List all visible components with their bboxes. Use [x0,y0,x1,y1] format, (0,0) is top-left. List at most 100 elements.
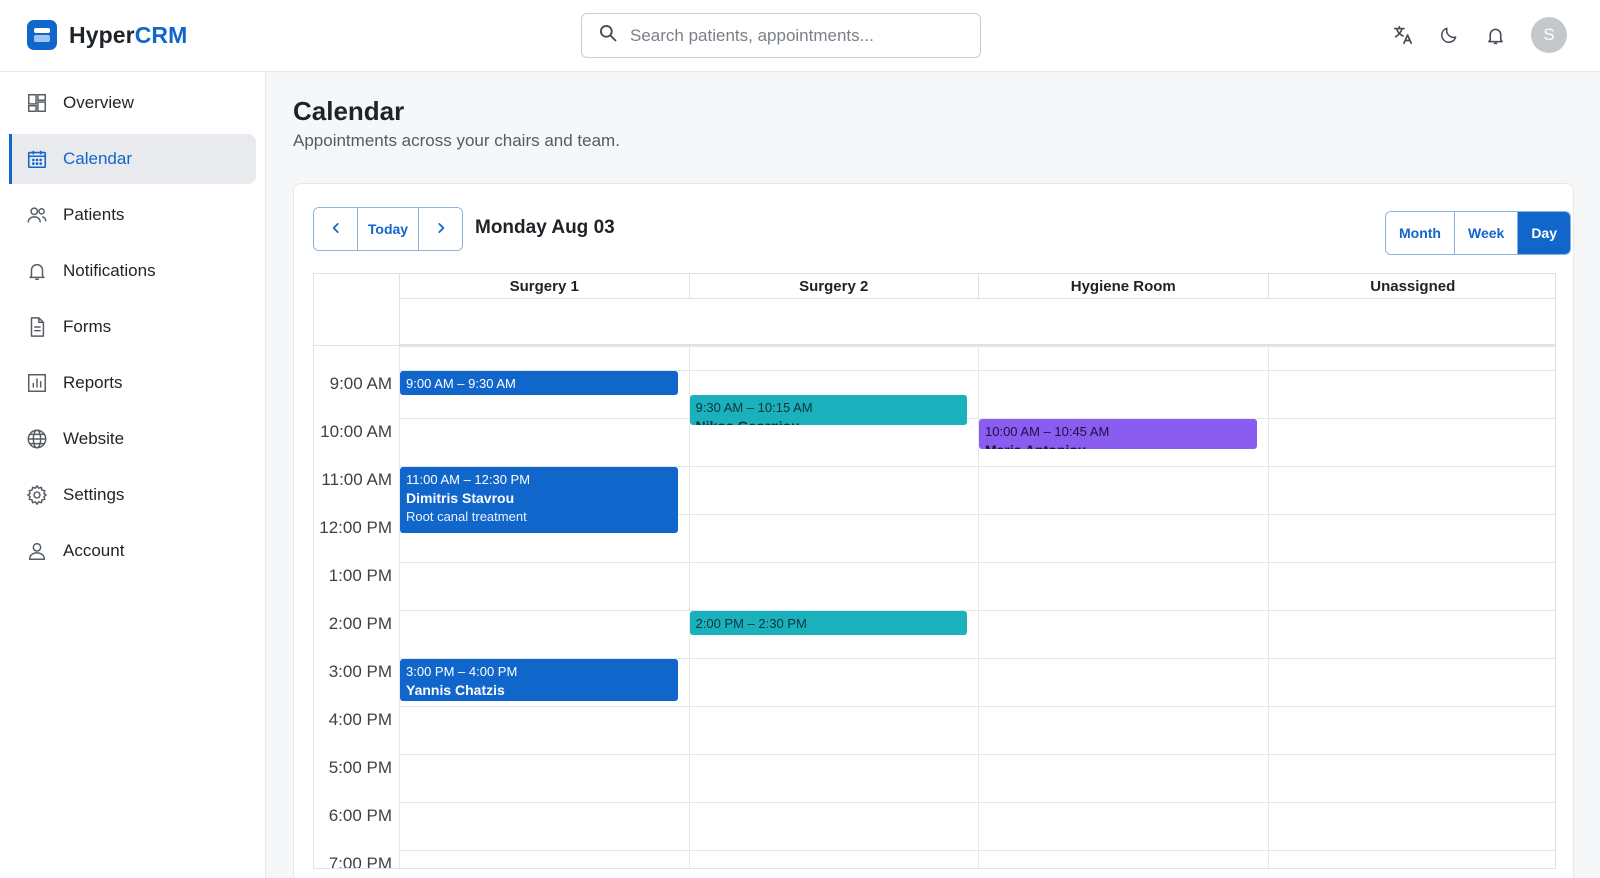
time-label: 5:00 PM [328,758,392,777]
sidebar: Overview Calendar Patients Notifications… [0,72,266,878]
top-bar: HyperCRM S [0,0,1600,72]
sidebar-item-label: Forms [63,317,112,336]
search-input[interactable] [630,25,960,46]
avatar[interactable]: S [1531,17,1567,53]
event-patient-name: Nikos Georgiou [696,416,962,425]
sidebar-item-account[interactable]: Account [9,526,256,576]
column-header: Surgery 1 [399,274,689,298]
sidebar-item-label: Website [63,429,125,448]
all-day-row[interactable] [399,299,1555,345]
hour-line [399,610,1555,611]
hour-line [399,802,1555,803]
sidebar-item-notifications[interactable]: Notifications [9,246,256,296]
sidebar-item-label: Reports [63,373,123,392]
sidebar-item-reports[interactable]: Reports [9,358,256,408]
column-header: Unassigned [1267,274,1556,298]
sidebar-nav: Overview Calendar Patients Notifications… [0,72,265,576]
event-time: 2:00 PM – 2:30 PM [695,616,807,631]
column-divider [1267,346,1269,868]
bell-icon[interactable] [1483,23,1507,47]
hour-line [399,706,1555,707]
calendar-card: Today Monday Aug 03 Month Week Day Surge… [293,183,1574,878]
time-label: 10:00 AM [320,422,392,441]
page-subtitle: Appointments across your chairs and team… [293,131,620,150]
next-button[interactable] [419,208,462,250]
brand-logo[interactable]: HyperCRM [27,20,187,50]
appointment-event[interactable]: 2:00 PM – 2:30 PM [689,611,967,635]
hour-line [399,562,1555,563]
appointment-event[interactable]: 9:30 AM – 10:15 AMNikos Georgiou [689,395,967,425]
sidebar-item-label: Patients [63,205,125,224]
page-title: Calendar [293,96,405,126]
time-label: 7:00 PM [328,854,392,869]
sidebar-item-website[interactable]: Website [9,414,256,464]
calendar-icon [25,147,49,171]
appointment-event[interactable]: 11:00 AM – 12:30 PM Dimitris Stavrou Root … [400,467,678,533]
people-icon [25,203,49,227]
time-label: 2:00 PM [328,614,392,633]
hour-line [399,346,1555,347]
dashboard-icon [25,91,49,115]
column-header: Surgery 2 [688,274,979,298]
bar-chart-icon [25,371,49,395]
today-button[interactable]: Today [357,208,419,250]
sidebar-item-patients[interactable]: Patients [9,190,256,240]
calendar-grid: Surgery 1 Surgery 2 Hygiene Room Unassig… [313,273,1556,869]
appointment-event[interactable]: 3:00 PM – 4:00 PM Yannis Chatzis [400,659,678,701]
sidebar-item-settings[interactable]: Settings [9,470,256,520]
time-label: 12:00 PM [319,518,392,537]
appointment-event[interactable]: 10:00 AM – 10:45 AMMaria Antoniou [979,419,1257,449]
view-week-button[interactable]: Week [1453,212,1518,254]
time-label: 11:00 AM [321,470,392,489]
hour-line [399,754,1555,755]
date-navigation: Today [313,207,463,251]
event-description: Root canal treatment [406,509,527,524]
moon-icon[interactable] [1437,23,1461,47]
search-icon [598,23,618,48]
event-patient-name: Maria Antoniou [985,440,1251,449]
document-icon [25,315,49,339]
previous-button[interactable] [314,208,357,250]
time-label: 1:00 PM [328,566,392,585]
header-actions: S [1391,17,1567,53]
view-switcher: Month Week Day [1385,211,1571,255]
column-header: Hygiene Room [978,274,1268,298]
event-time: 10:00 AM – 10:45 AM [985,424,1110,439]
sidebar-item-overview[interactable]: Overview [9,78,256,128]
view-month-button[interactable]: Month [1386,212,1454,254]
event-patient-name: Dimitris Stavrou [406,490,515,506]
sidebar-item-label: Account [63,541,125,560]
event-time: 9:00 AM – 9:30 AM [406,376,516,391]
event-time: 11:00 AM – 12:30 PM [406,472,531,487]
search-box[interactable] [581,13,981,58]
hour-line [399,850,1555,851]
translate-icon[interactable] [1391,23,1415,47]
current-date: Monday Aug 03 [475,217,615,238]
appointment-event[interactable]: 9:00 AM – 9:30 AM [400,371,678,395]
chevron-right-icon [434,221,448,238]
gear-icon [25,483,49,507]
sidebar-item-forms[interactable]: Forms [9,302,256,352]
chevron-left-icon [329,221,343,238]
view-day-button[interactable]: Day [1517,212,1570,254]
event-time: 3:00 PM – 4:00 PM [406,664,518,679]
time-label: 3:00 PM [328,662,392,681]
sidebar-item-label: Settings [63,485,125,504]
globe-icon [25,427,49,451]
hour-line [399,418,1555,419]
column-divider [688,346,690,868]
logo-icon [27,20,57,50]
sidebar-item-label: Notifications [63,261,156,280]
event-time: 9:30 AM – 10:15 AM [695,400,813,415]
time-label: 6:00 PM [328,806,392,825]
resource-headers: Surgery 1 Surgery 2 Hygiene Room Unassig… [399,274,1556,299]
bell-icon [25,259,49,283]
user-icon [25,539,49,563]
time-label: 9:00 AM [329,374,392,393]
sidebar-item-calendar[interactable]: Calendar [9,134,256,184]
brand-name: HyperCRM [69,21,188,48]
sidebar-item-label: Overview [63,93,134,112]
time-grid[interactable]: 9:00 AM 10:00 AM 11:00 AM 12:00 PM 1:00 PM 2:… [314,345,1555,869]
event-patient-name: Yannis Chatzis [406,682,505,698]
sidebar-item-label: Calendar [63,149,132,168]
